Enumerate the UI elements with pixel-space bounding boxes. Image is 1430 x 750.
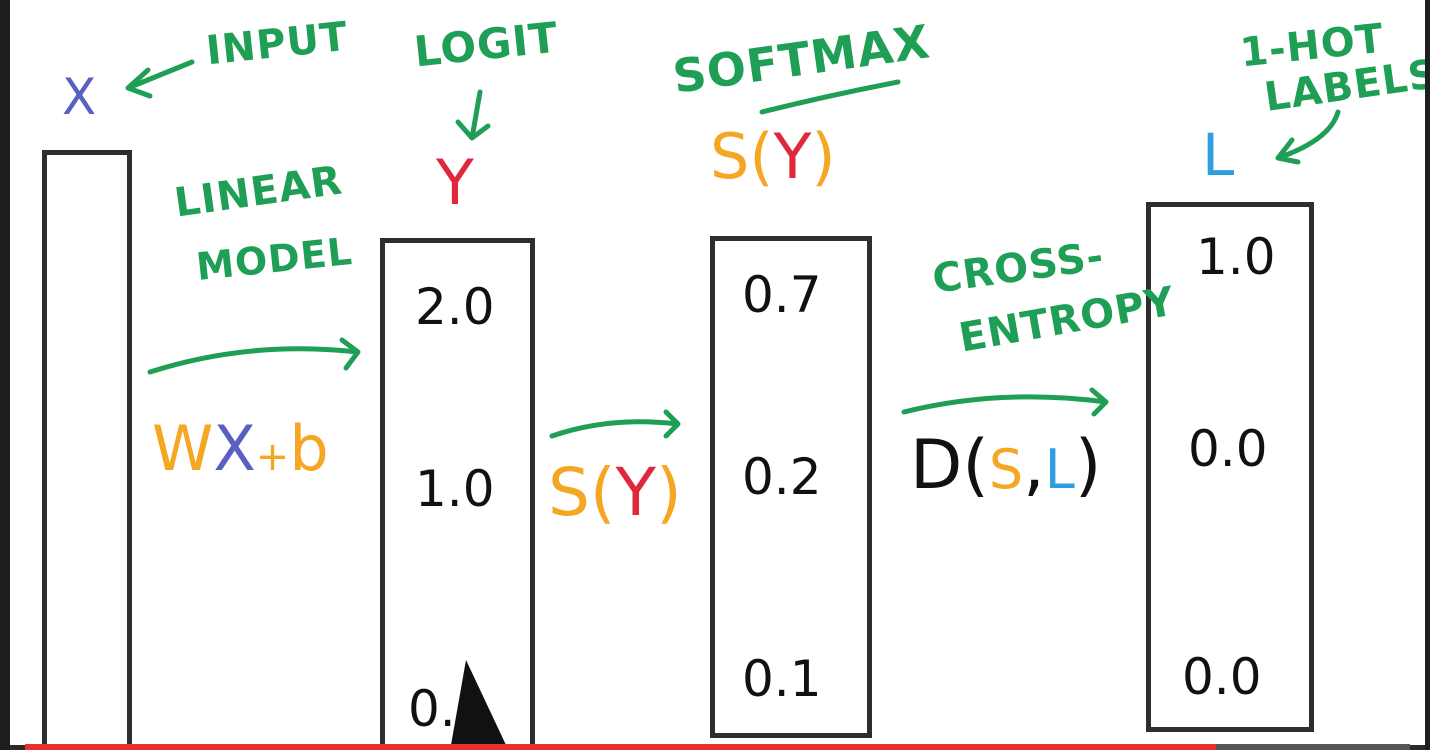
s-heading-s: S( <box>710 120 774 193</box>
d-of-s-l: D(S,L) <box>910 432 1101 500</box>
logit-value: 1.0 <box>415 460 495 518</box>
softmax-value: 0.2 <box>742 448 822 506</box>
d-open: D( <box>910 426 989 505</box>
whiteboard: X INPUT LINEAR MODEL WX+b LOGIT Y 2.0 1.… <box>10 0 1425 745</box>
input-arrow <box>125 59 195 99</box>
s-heading-close: ) <box>811 120 836 193</box>
arrows-layer <box>125 59 1341 439</box>
d-s: S <box>988 438 1024 501</box>
eq-x: X <box>213 412 256 485</box>
player-right-edge <box>1425 0 1430 750</box>
pointer-cursor-icon <box>451 660 506 745</box>
s-of-y-heading: S(Y) <box>710 126 836 188</box>
one-hot-value: 0.0 <box>1188 420 1268 478</box>
d-l: L <box>1044 438 1075 501</box>
video-progress-bar[interactable] <box>25 744 1410 750</box>
s-mid-y: Y <box>615 454 656 531</box>
eq-b: b <box>289 412 329 485</box>
l-variable: L <box>1202 121 1235 189</box>
d-close: ) <box>1074 426 1102 505</box>
y-variable: Y <box>436 146 474 219</box>
softmax-value: 0.7 <box>742 266 822 324</box>
one-hot-value: 0.0 <box>1182 648 1262 706</box>
softmax-value: 0.1 <box>742 650 822 708</box>
s-mid-s: S( <box>548 454 616 531</box>
wx-plus-b: WX+b <box>152 418 329 480</box>
one-hot-value: 1.0 <box>1196 228 1276 286</box>
d-comma: , <box>1023 426 1045 505</box>
eq-w: W <box>152 412 214 485</box>
s-mid-close: ) <box>655 454 682 531</box>
one-hot-arrow <box>1275 109 1341 165</box>
softmax-fn-arrow <box>549 409 681 439</box>
video-progress-fill <box>25 744 1217 750</box>
linear-arrow <box>147 337 361 375</box>
logit-value: 2.0 <box>415 278 495 336</box>
eq-plus: + <box>255 434 290 480</box>
s-of-y-function: S(Y) <box>548 460 682 526</box>
x-variable: X <box>62 68 97 126</box>
s-heading-y: Y <box>773 120 812 193</box>
player-left-edge <box>0 0 10 750</box>
cross-entropy-arrow <box>901 387 1109 417</box>
logit-arrow <box>455 89 491 141</box>
